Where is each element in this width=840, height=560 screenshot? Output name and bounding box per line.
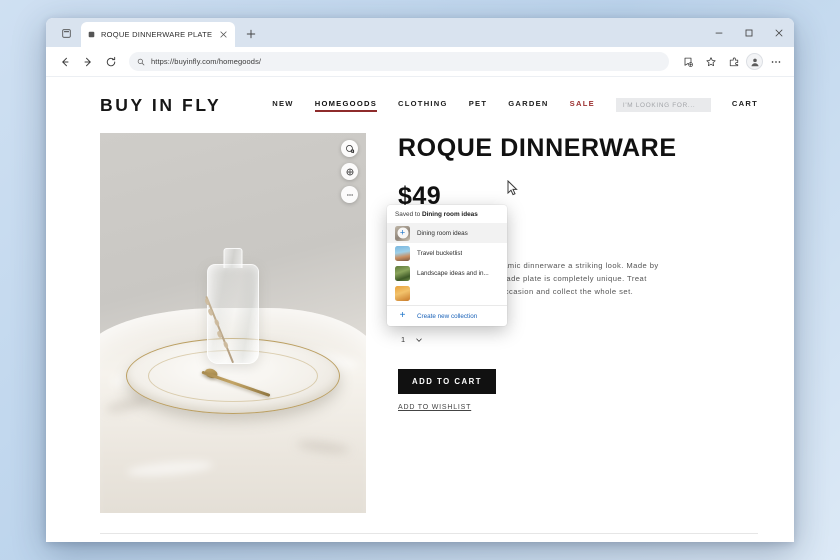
site-search-input[interactable]: I'M LOOKING FOR... [615,98,711,112]
browser-toolbar: https://buyinfly.com/homegoods/ [46,47,794,77]
collection-thumbnail [395,245,410,261]
nav-item-cart[interactable]: CART [732,99,758,111]
browser-tab[interactable]: ROQUE DINNERWARE PLATE [81,22,236,47]
saved-to-header: Saved to Dining room ideas [387,205,507,223]
back-icon[interactable] [54,51,75,72]
window-close-icon[interactable] [764,18,794,47]
main-navigation: NEW HOMEGOODS CLOTHING PET GARDEN SALE I… [272,98,758,112]
collection-item-partial[interactable] [387,283,507,303]
add-to-cart-button[interactable]: ADD TO CART [398,368,496,394]
create-collection-label: Create new collection [417,312,478,320]
quantity-value: 1 [401,335,406,345]
collection-item-landscape-ideas[interactable]: Landscape ideas and in... [387,263,507,283]
browser-window: ROQUE DINNERWARE PLATE https://buyinfly.… [46,18,794,542]
forward-icon[interactable] [77,51,98,72]
tab-list-icon[interactable] [53,22,79,44]
minimize-icon[interactable] [704,18,734,47]
tab-title: ROQUE DINNERWARE PLATE [101,30,213,39]
site-header: BUY IN FLY NEW HOMEGOODS CLOTHING PET GA… [46,77,794,133]
address-bar-url: https://buyinfly.com/homegoods/ [151,57,262,66]
collection-name: Travel bucketlist [417,249,463,257]
maximize-icon[interactable] [734,18,764,47]
add-to-wishlist-link[interactable]: ADD TO WISHLIST [398,404,471,411]
save-to-collection-popup[interactable]: Saved to Dining room ideas + Dining room… [387,205,507,326]
bottle-neck [223,247,243,268]
collection-thumbnail [395,285,410,301]
collection-item-travel-bucketlist[interactable]: Travel bucketlist [387,243,507,263]
collections-icon[interactable] [677,51,698,72]
saved-to-collection-name: Dining room ideas [422,211,478,218]
omnibox-search-icon [137,53,145,71]
tab-strip: ROQUE DINNERWARE PLATE [46,18,794,47]
glass-bottle [204,247,259,364]
site-logo[interactable]: BUY IN FLY [100,95,221,116]
saved-to-prefix: Saved to [395,211,421,218]
collection-item-dining-room-ideas[interactable]: + Dining room ideas [387,223,507,243]
browser-settings-ellipsis-icon[interactable] [765,51,786,72]
nav-item-pet[interactable]: PET [469,99,488,111]
create-new-collection-button[interactable]: + Create new collection [387,305,507,326]
collection-list: + Dining room ideas Travel bucketlist La… [387,223,507,305]
screen: ROQUE DINNERWARE PLATE https://buyinfly.… [0,0,840,560]
collection-thumbnail [395,265,410,281]
product-title: ROQUE DINNERWARE [398,134,677,162]
dried-flower-stem [204,295,234,363]
address-bar[interactable]: https://buyinfly.com/homegoods/ [129,52,669,71]
visual-search-icon[interactable] [341,140,358,157]
nav-item-sale[interactable]: SALE [570,99,595,111]
share-icon[interactable] [341,163,358,180]
site-search-placeholder: I'M LOOKING FOR... [622,101,696,109]
accordion-materials-specs[interactable]: MATERIALS + SPECS + [100,533,758,542]
profile-avatar-icon[interactable] [746,53,763,70]
mouse-pointer-icon [507,179,518,201]
collection-name: Landscape ideas and in... [417,269,489,277]
window-controls [704,18,794,47]
product-accordions: MATERIALS + SPECS + SHIPPING + RETURNS + [46,533,794,542]
nav-item-clothing[interactable]: CLOTHING [398,99,448,111]
page-content: BUY IN FLY NEW HOMEGOODS CLOTHING PET GA… [46,77,794,542]
plus-icon: + [399,310,406,321]
image-action-buttons [341,140,358,203]
nav-item-new[interactable]: NEW [272,99,293,111]
extensions-icon[interactable] [723,51,744,72]
favorites-star-icon[interactable] [700,51,721,72]
more-options-icon[interactable] [341,186,358,203]
tab-close-icon[interactable] [217,29,229,41]
nav-item-garden[interactable]: GARDEN [508,99,548,111]
new-tab-button[interactable] [241,24,261,44]
collection-name: Dining room ideas [417,229,468,237]
product-gallery[interactable] [100,133,366,513]
chevron-down-icon [415,331,423,349]
reload-icon[interactable] [100,51,121,72]
collection-thumbnail: + [395,225,410,241]
quantity-select[interactable]: 1 [398,333,426,347]
product-image[interactable] [100,133,366,513]
page-favicon [87,30,96,39]
nav-item-homegoods[interactable]: HOMEGOODS [314,99,378,112]
